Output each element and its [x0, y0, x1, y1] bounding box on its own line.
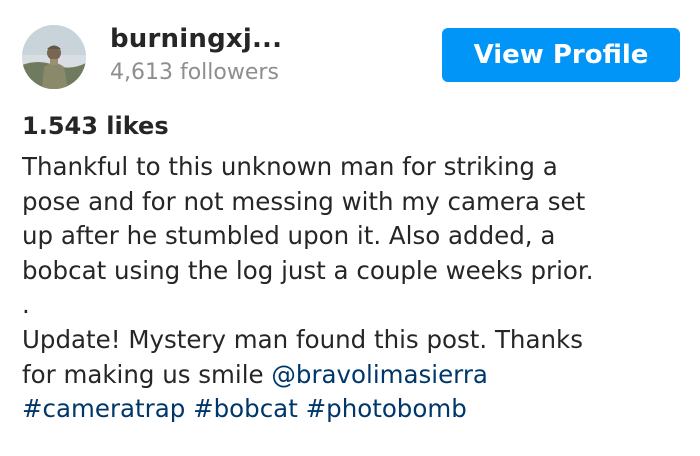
hashtag-link[interactable]: #cameratrap — [22, 394, 185, 423]
mention-link[interactable]: @bravolimasierra — [271, 360, 488, 389]
hashtag-link[interactable]: #photobomb — [306, 394, 467, 423]
caption-line: for making us smile @bravolimasierra — [22, 358, 692, 393]
caption-line: up after he stumbled upon it. Also added… — [22, 221, 556, 251]
caption-line: Update! Mystery man found this post. Tha… — [22, 324, 583, 354]
like-count[interactable]: 1.543 likes — [22, 112, 169, 140]
avatar[interactable] — [22, 25, 86, 89]
caption-line: pose and for not messing with my camera … — [22, 186, 586, 216]
avatar-photo-icon — [22, 25, 86, 89]
caption-line: Thankful to this unknown man for strikin… — [22, 152, 558, 181]
view-profile-button[interactable]: View Profile — [442, 28, 680, 82]
hashtag-line: #cameratrap #bobcat #photobomb — [22, 392, 692, 427]
post-header: burningxj... 4,613 followers View Profil… — [0, 0, 700, 100]
caption-line: bobcat using the log just a couple weeks… — [22, 255, 594, 285]
username[interactable]: burningxj... — [110, 24, 282, 54]
hashtag-link[interactable]: #bobcat — [193, 394, 298, 423]
post-caption: Thankful to this unknown man for strikin… — [22, 150, 692, 427]
follower-count: 4,613 followers — [110, 60, 279, 85]
caption-text: for making us smile — [22, 359, 272, 389]
caption-line: . — [22, 290, 30, 320]
